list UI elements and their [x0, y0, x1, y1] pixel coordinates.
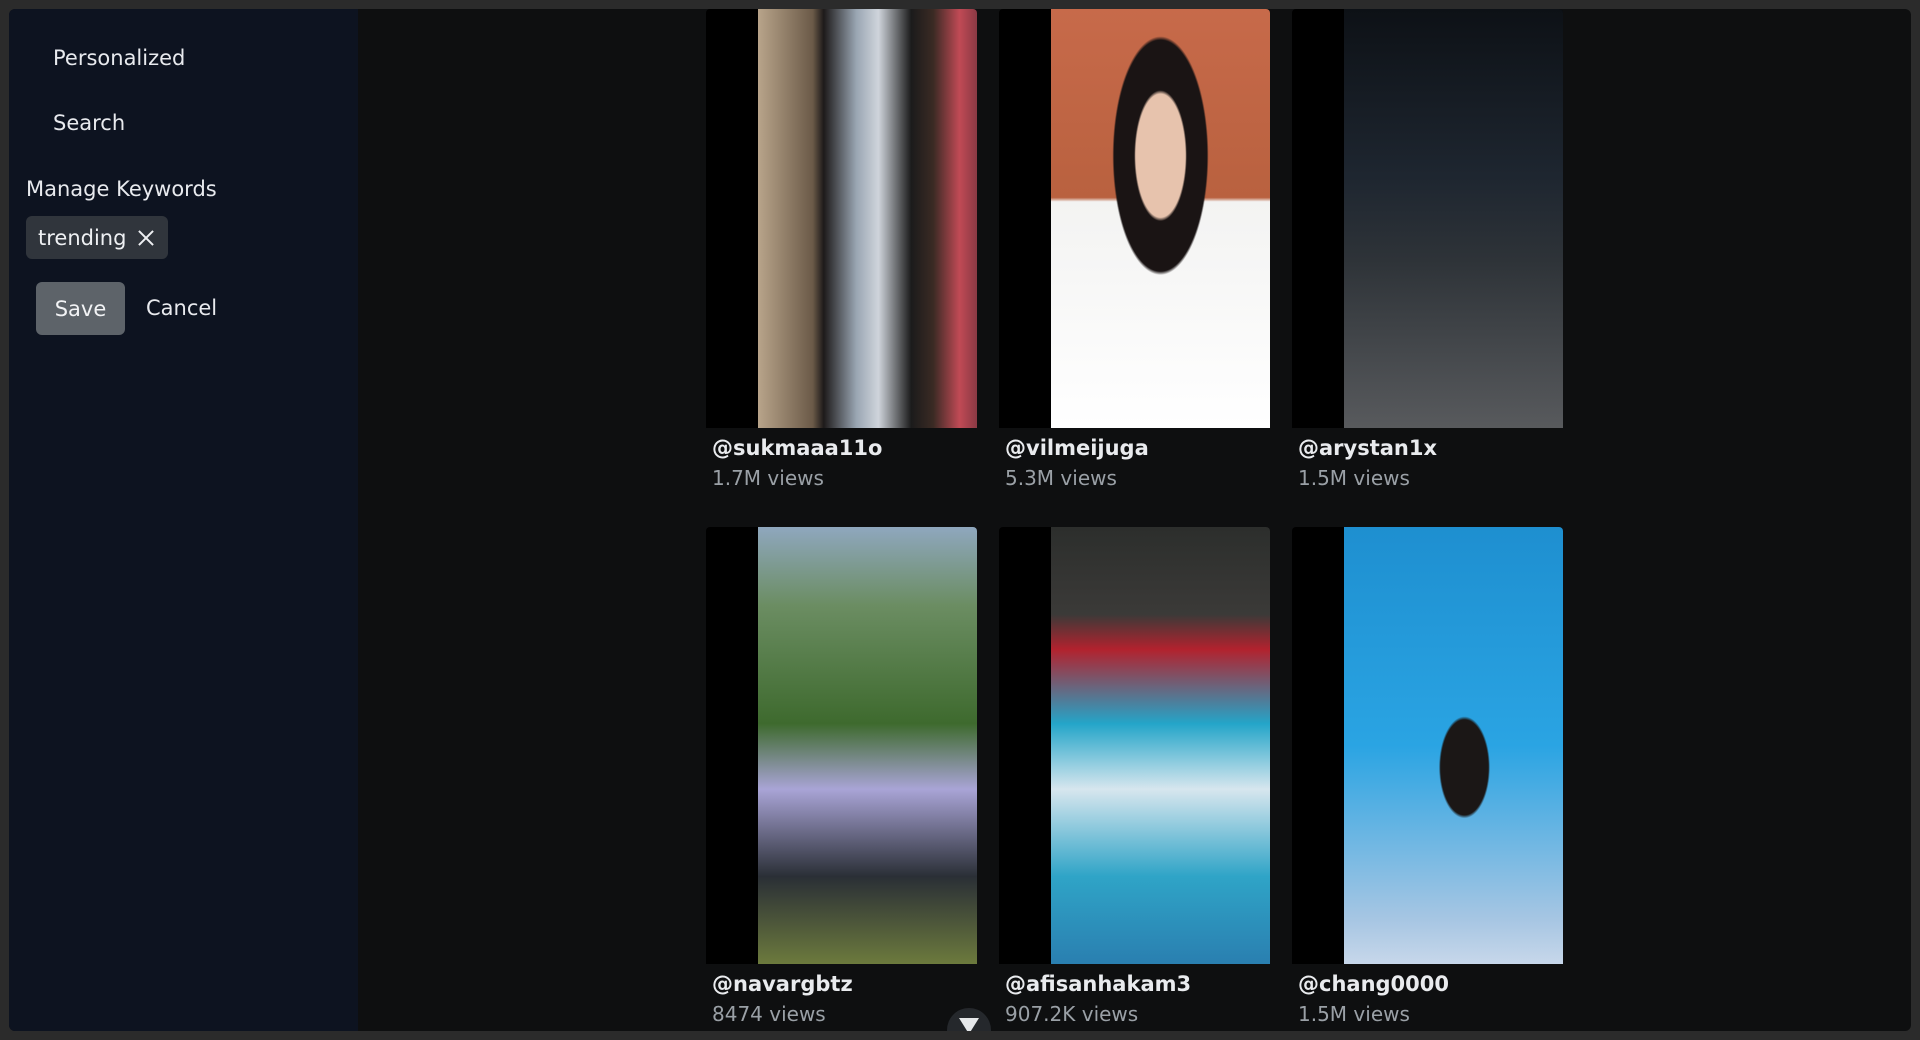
video-thumbnail[interactable] — [1292, 527, 1563, 964]
video-card[interactable]: @sukmaaa11o 1.7M views — [706, 9, 977, 490]
close-icon[interactable] — [136, 228, 156, 248]
sidebar: Personalized Search Manage Keywords tren… — [9, 9, 358, 1031]
video-username[interactable]: @navargbtz — [712, 972, 977, 996]
video-views: 1.7M views — [712, 466, 824, 490]
video-thumbnail[interactable] — [999, 9, 1270, 428]
nav-personalized[interactable]: Personalized — [53, 46, 185, 70]
video-username[interactable]: @vilmeijuga — [1005, 436, 1270, 460]
keyword-chip-trending: trending — [26, 216, 169, 259]
video-username[interactable]: @sukmaaa11o — [712, 436, 977, 460]
video-card[interactable]: @vilmeijuga 5.3M views — [999, 9, 1270, 490]
video-card[interactable]: @arystan1x 1.5M views — [1292, 9, 1563, 490]
video-thumbnail[interactable] — [706, 9, 977, 428]
save-button[interactable]: Save — [36, 282, 125, 335]
manage-keywords-title: Manage Keywords — [26, 177, 217, 201]
video-thumbnail[interactable] — [706, 527, 977, 964]
video-card[interactable]: @chang0000 1.5M views — [1292, 527, 1563, 1026]
video-thumbnail[interactable] — [999, 527, 1270, 964]
cancel-button[interactable]: Cancel — [146, 282, 217, 335]
video-username[interactable]: @chang0000 — [1298, 972, 1563, 996]
video-views: 1.5M views — [1298, 466, 1410, 490]
keyword-chip-label: trending — [38, 225, 127, 250]
video-username[interactable]: @arystan1x — [1298, 436, 1563, 460]
video-thumbnail[interactable] — [1292, 9, 1563, 428]
video-views: 5.3M views — [1005, 466, 1117, 490]
chevron-down-icon — [959, 1018, 979, 1031]
video-card[interactable]: @navargbtz 8474 views — [706, 527, 977, 1026]
video-views: 8474 views — [712, 1002, 826, 1026]
app-window: Personalized Search Manage Keywords tren… — [9, 9, 1911, 1031]
nav-search[interactable]: Search — [53, 111, 125, 135]
video-views: 907.2K views — [1005, 1002, 1139, 1026]
video-card[interactable]: @afisanhakam3 907.2K views — [999, 527, 1270, 1026]
video-username[interactable]: @afisanhakam3 — [1005, 972, 1270, 996]
video-views: 1.5M views — [1298, 1002, 1410, 1026]
